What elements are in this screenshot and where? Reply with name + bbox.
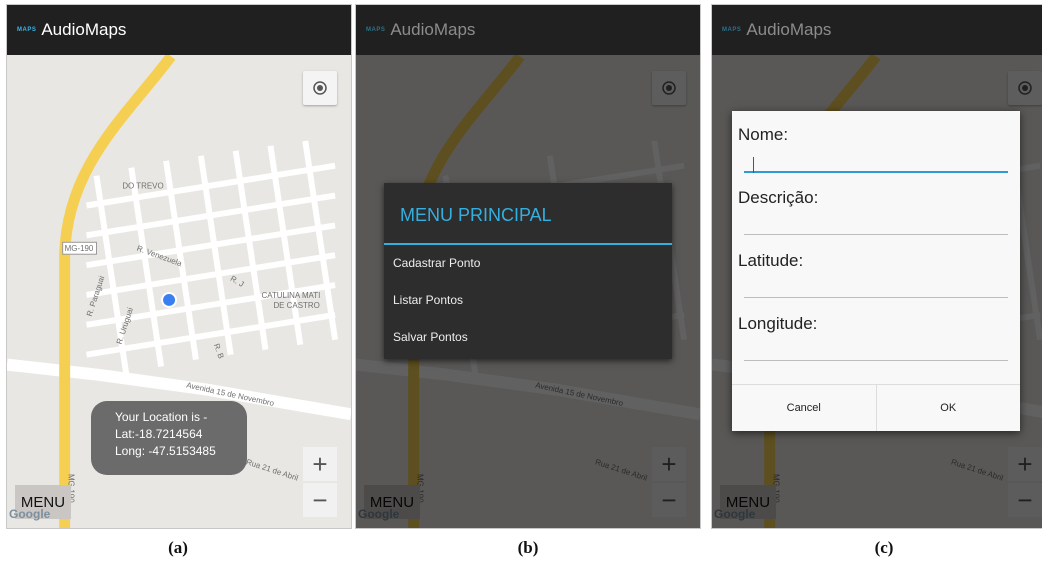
- toast-longitude: Long: -47.5153485: [115, 444, 216, 458]
- crosshair-icon: [313, 81, 327, 95]
- cancel-button[interactable]: Cancel: [732, 385, 876, 431]
- field-label: Latitude:: [738, 251, 804, 270]
- app-bar: MAPS AudioMaps: [356, 5, 700, 55]
- app-title: AudioMaps: [41, 20, 127, 39]
- app-logo: MAPS: [366, 27, 386, 33]
- field-longitude: Longitude:: [732, 300, 1020, 363]
- app-logo: MAPS: [722, 27, 742, 33]
- screen-a: MAPS AudioMaps MG-190 DO TREVO R. Venezu…: [6, 4, 352, 529]
- map-label-district: CATULINA MATI: [262, 291, 321, 300]
- zoom-out-button[interactable]: −: [303, 483, 337, 517]
- field-name: Nome:: [732, 111, 1020, 174]
- toast-line: Your Location is -: [115, 410, 208, 424]
- my-location-button[interactable]: [303, 71, 337, 105]
- app-title: AudioMaps: [390, 20, 476, 39]
- field-label: Descrição:: [738, 188, 819, 207]
- ok-button[interactable]: OK: [875, 385, 1021, 431]
- menu-item-listar-pontos[interactable]: Listar Pontos: [384, 282, 672, 319]
- field-label: Nome:: [738, 125, 789, 144]
- app-title: AudioMaps: [746, 20, 832, 39]
- location-toast: Your Location is - Lat:-18.7214564 Long:…: [91, 401, 247, 475]
- map-label-district: DO TREVO: [122, 182, 163, 191]
- zoom-in-button[interactable]: +: [303, 447, 337, 481]
- main-menu-dialog: MENU PRINCIPAL Cadastrar Ponto Listar Po…: [384, 183, 672, 359]
- description-input[interactable]: [744, 218, 1008, 235]
- map-label-district: DE CASTRO: [273, 301, 319, 310]
- app-bar: MAPS AudioMaps: [7, 5, 351, 55]
- caption-c: (c): [874, 538, 894, 557]
- app-logo: MAPS: [17, 27, 37, 33]
- longitude-input[interactable]: [744, 344, 1008, 361]
- text-cursor: [753, 157, 754, 173]
- field-description: Descrição:: [732, 174, 1020, 237]
- menu-item-salvar-pontos[interactable]: Salvar Pontos: [384, 319, 672, 356]
- latitude-input[interactable]: [744, 281, 1008, 298]
- dialog-title: MENU PRINCIPAL: [400, 205, 552, 225]
- field-label: Longitude:: [738, 314, 818, 333]
- google-logo: Google: [9, 507, 51, 521]
- field-latitude: Latitude:: [732, 237, 1020, 300]
- caption-a: (a): [168, 538, 188, 557]
- screen-c: MAPS AudioMaps Rua 21 de Abril MG-190 + …: [711, 4, 1042, 529]
- screen-b: MAPS AudioMaps Avenida 15 de Novembro Ru…: [355, 4, 701, 529]
- map-label-road: MG-190: [65, 244, 94, 253]
- caption-b: (b): [517, 538, 539, 557]
- toast-latitude: Lat:-18.7214564: [115, 427, 203, 441]
- point-form-dialog: Nome: Descrição: Latitude: Longitude: Ca…: [732, 111, 1020, 431]
- name-input[interactable]: [744, 155, 1008, 173]
- menu-item-cadastrar-ponto[interactable]: Cadastrar Ponto: [384, 245, 672, 282]
- app-bar: MAPS AudioMaps: [712, 5, 1042, 55]
- dialog-buttons: Cancel OK: [732, 384, 1020, 431]
